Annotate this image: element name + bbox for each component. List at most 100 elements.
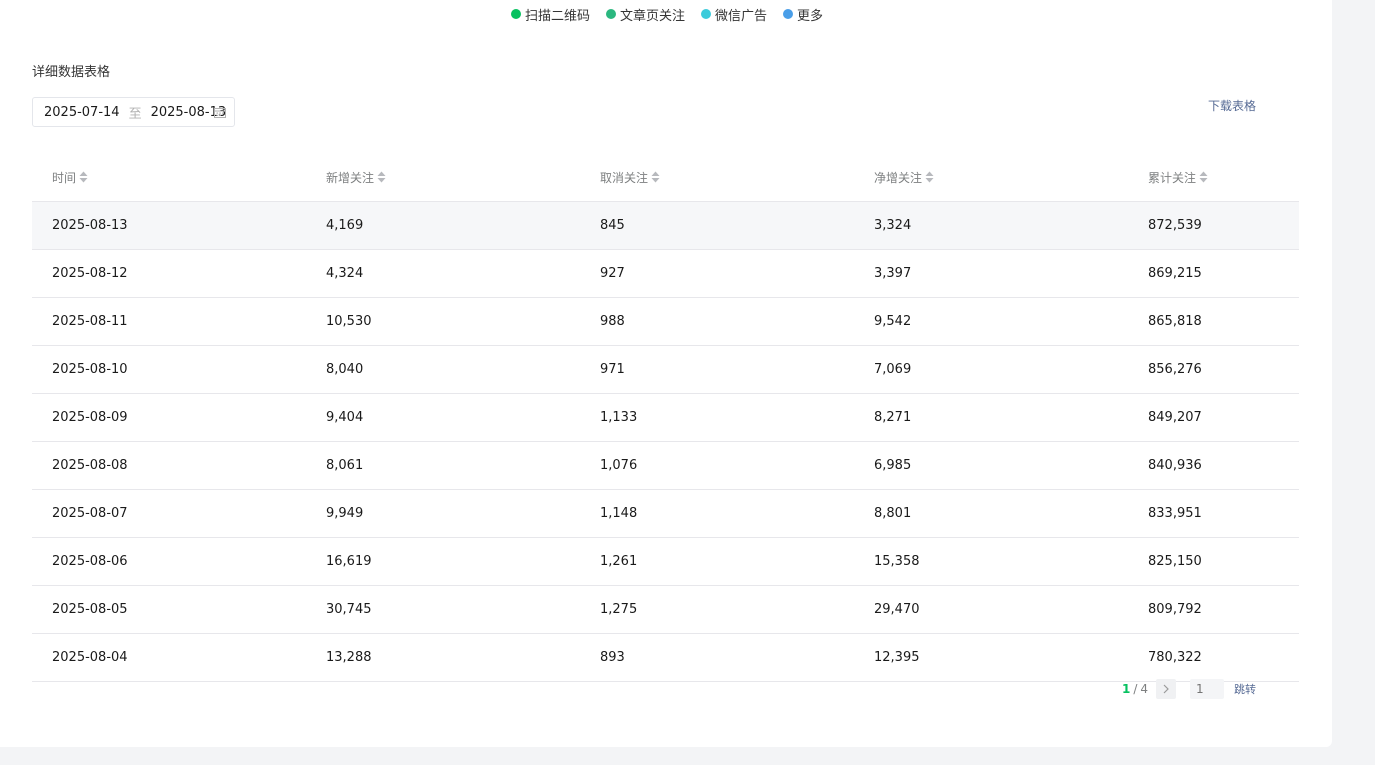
cell-total-follows: 856,276 [1128,345,1299,394]
table-row: 2025-08-13 4,169 845 3,324 872,539 [32,201,1299,250]
table-row: 2025-08-11 10,530 988 9,542 865,818 [32,297,1299,346]
download-table-link[interactable]: 下载表格 [1208,97,1256,114]
legend-item-wechat-ads[interactable]: 微信广告 [701,5,768,24]
cell-new-follows: 16,619 [306,537,580,586]
table-row: 2025-08-06 16,619 1,261 15,358 825,150 [32,537,1299,586]
cell-total-follows: 809,792 [1128,585,1299,634]
sort-icon[interactable] [925,171,934,183]
column-header-net-follows[interactable]: 净增关注 [854,153,1128,202]
page-jump-input[interactable] [1190,679,1224,699]
table-row: 2025-08-10 8,040 971 7,069 856,276 [32,345,1299,394]
cell-net-follows: 29,470 [854,585,1128,634]
cell-date: 2025-08-11 [32,297,306,346]
column-header-new-follows[interactable]: 新增关注 [306,153,580,202]
legend-label: 文章页关注 [619,8,685,24]
cell-unfollows: 1,076 [580,441,854,490]
date-range-picker[interactable]: 2025-07-14 至 2025-08-13 [32,97,235,127]
cell-unfollows: 927 [580,249,854,298]
sort-icon[interactable] [79,171,88,183]
cell-net-follows: 12,395 [854,633,1128,682]
cell-date: 2025-08-04 [32,633,306,682]
cell-new-follows: 4,169 [306,201,580,250]
cell-new-follows: 30,745 [306,585,580,634]
header-label: 时间 [52,170,77,185]
sort-icon[interactable] [1199,171,1208,183]
legend-item-scan-qr[interactable]: 扫描二维码 [510,5,590,24]
cell-new-follows: 8,061 [306,441,580,490]
table-row: 2025-08-09 9,404 1,133 8,271 849,207 [32,393,1299,442]
cell-net-follows: 3,324 [854,201,1128,250]
calendar-icon[interactable] [214,107,226,118]
cell-total-follows: 780,322 [1128,633,1299,682]
cell-unfollows: 988 [580,297,854,346]
legend-label: 扫描二维码 [524,8,590,24]
pagination: 1 / 4 跳转 [1122,679,1256,699]
cell-net-follows: 15,358 [854,537,1128,586]
table-row: 2025-08-08 8,061 1,076 6,985 840,936 [32,441,1299,490]
cell-total-follows: 833,951 [1128,489,1299,538]
cell-date: 2025-08-12 [32,249,306,298]
legend-dot-icon [783,9,794,19]
cell-unfollows: 971 [580,345,854,394]
cell-date: 2025-08-08 [32,441,306,490]
cell-unfollows: 1,261 [580,537,854,586]
sort-icon[interactable] [377,171,386,183]
cell-date: 2025-08-06 [32,537,306,586]
header-label: 新增关注 [326,170,375,185]
data-table: 时间 新增关注 取消关注 净增关注 累计关注 2025-08-13 4,169 … [32,153,1299,682]
header-label: 净增关注 [874,170,923,185]
section-title: 详细数据表格 [32,65,111,80]
cell-date: 2025-08-13 [32,201,306,250]
cell-total-follows: 869,215 [1128,249,1299,298]
header-label: 累计关注 [1148,170,1197,185]
date-separator: 至 [128,106,142,122]
legend-label: 微信广告 [715,8,768,24]
cell-net-follows: 9,542 [854,297,1128,346]
cell-net-follows: 3,397 [854,249,1128,298]
cell-new-follows: 4,324 [306,249,580,298]
cell-date: 2025-08-10 [32,345,306,394]
pagination-separator: / [1133,682,1138,696]
legend-item-article-follow[interactable]: 文章页关注 [605,5,685,24]
header-label: 取消关注 [600,170,649,185]
column-header-total-follows[interactable]: 累计关注 [1128,153,1299,202]
table-row: 2025-08-05 30,745 1,275 29,470 809,792 [32,585,1299,634]
cell-new-follows: 10,530 [306,297,580,346]
column-header-time[interactable]: 时间 [32,153,306,202]
legend-label: 更多 [797,8,824,24]
cell-new-follows: 8,040 [306,345,580,394]
table-row: 2025-08-04 13,288 893 12,395 780,322 [32,633,1299,682]
cell-total-follows: 865,818 [1128,297,1299,346]
cell-unfollows: 1,148 [580,489,854,538]
cell-net-follows: 8,801 [854,489,1128,538]
cell-unfollows: 893 [580,633,854,682]
chart-legend: 扫描二维码 文章页关注 微信广告 更多 [0,5,1333,24]
legend-dot-icon [605,9,616,19]
cell-unfollows: 845 [580,201,854,250]
cell-date: 2025-08-07 [32,489,306,538]
cell-new-follows: 9,949 [306,489,580,538]
date-start[interactable]: 2025-07-14 [44,105,120,120]
cell-total-follows: 849,207 [1128,393,1299,442]
table-row: 2025-08-12 4,324 927 3,397 869,215 [32,249,1299,298]
column-header-unfollows[interactable]: 取消关注 [580,153,854,202]
data-card: 扫描二维码 文章页关注 微信广告 更多 详细数据表格 2025-07-14 至 … [0,0,1332,747]
pagination-current-page: 1 [1121,682,1131,696]
cell-new-follows: 9,404 [306,393,580,442]
cell-net-follows: 6,985 [854,441,1128,490]
table-header-row: 时间 新增关注 取消关注 净增关注 累计关注 [32,153,1299,202]
cell-total-follows: 872,539 [1128,201,1299,250]
legend-dot-icon [701,9,711,19]
sort-icon[interactable] [651,171,660,183]
jump-button[interactable]: 跳转 [1234,681,1256,697]
pagination-total-pages: 4 [1140,682,1148,696]
cell-date: 2025-08-09 [32,393,306,442]
cell-total-follows: 840,936 [1128,441,1299,490]
cell-unfollows: 1,275 [580,585,854,634]
next-page-button[interactable] [1156,679,1176,699]
table-row: 2025-08-07 9,949 1,148 8,801 833,951 [32,489,1299,538]
cell-new-follows: 13,288 [306,633,580,682]
legend-item-more[interactable]: 更多 [783,5,824,24]
legend-dot-icon [510,9,521,19]
cell-unfollows: 1,133 [580,393,854,442]
